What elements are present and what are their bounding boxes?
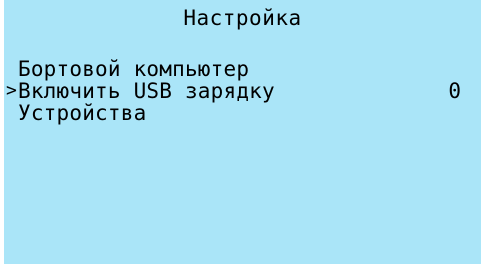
settings-menu: Бортовой компьютер > Включить USB зарядк… <box>4 58 481 124</box>
menu-item-value: 0 <box>448 79 461 103</box>
screen-title: Настройка <box>183 6 302 30</box>
menu-item-onboard-computer[interactable]: Бортовой компьютер <box>4 58 481 80</box>
selection-cursor: > <box>6 80 17 101</box>
lcd-screen: Настройка Бортовой компьютер > Включить … <box>4 0 481 264</box>
menu-item-devices[interactable]: Устройства <box>4 102 481 124</box>
menu-item-label: Включить USB зарядку <box>18 79 275 103</box>
menu-item-label: Бортовой компьютер <box>18 57 250 81</box>
menu-item-label: Устройства <box>18 101 147 125</box>
menu-item-usb-charging[interactable]: > Включить USB зарядку 0 <box>4 80 481 102</box>
